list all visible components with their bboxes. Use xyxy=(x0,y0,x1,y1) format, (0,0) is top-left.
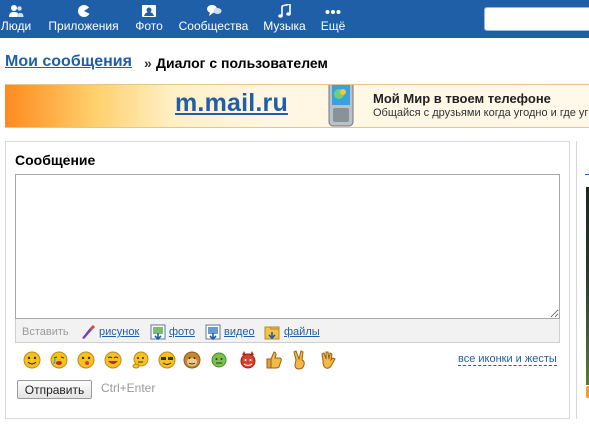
nav-label: Сообщества xyxy=(178,19,249,33)
right-panel-link[interactable] xyxy=(585,174,589,175)
hand-wave-icon[interactable] xyxy=(318,350,338,370)
nav-item-communities[interactable]: Сообщества xyxy=(177,0,250,38)
thinking-icon[interactable] xyxy=(131,350,151,370)
banner-link[interactable]: m.mail.ru xyxy=(175,89,288,118)
nav-item-people[interactable]: Люди xyxy=(0,0,32,38)
cool-icon[interactable] xyxy=(157,350,177,370)
search-input[interactable] xyxy=(484,7,589,31)
nav-item-music[interactable]: Музыка xyxy=(262,0,307,38)
banner-subtitle: Общайся с друзьями когда угодно и где уг xyxy=(373,107,589,119)
nav-item-photo[interactable]: Фото xyxy=(134,0,164,38)
photo-upload-icon xyxy=(150,324,166,340)
nav-item-apps[interactable]: Приложения xyxy=(45,0,122,38)
nav-label: Музыка xyxy=(263,19,306,33)
smiley-icon[interactable] xyxy=(22,350,42,370)
promo-banner[interactable]: m.mail.ru Мой Мир в твоем телефоне Общай… xyxy=(5,84,589,128)
nav-label: Фото xyxy=(135,19,163,33)
nav-item-more[interactable]: Ещё xyxy=(319,0,347,38)
music-note-icon xyxy=(277,4,291,18)
communities-icon xyxy=(206,5,221,16)
laughing-icon[interactable] xyxy=(103,350,123,370)
people-icon xyxy=(9,5,24,17)
more-dots-icon xyxy=(325,10,341,14)
file-upload-icon xyxy=(264,326,280,340)
send-shortcut-hint: Ctrl+Enter xyxy=(101,381,156,395)
all-icons-link[interactable]: все иконки и жесты xyxy=(458,353,557,366)
victory-icon[interactable] xyxy=(290,350,310,370)
monkey-icon[interactable] xyxy=(182,350,202,370)
crying-icon[interactable] xyxy=(49,350,69,370)
message-heading: Сообщение xyxy=(15,152,96,168)
breadcrumb-my-messages-link[interactable]: Мои сообщения xyxy=(5,53,132,71)
attach-video-link[interactable]: видео xyxy=(224,326,255,338)
attach-files-link[interactable]: файлы xyxy=(284,326,320,338)
paint-icon xyxy=(82,325,95,339)
photo-icon xyxy=(142,5,156,17)
devil-icon[interactable] xyxy=(238,350,258,370)
angry-icon[interactable] xyxy=(209,350,229,370)
banner-title: Мой Мир в твоем телефоне xyxy=(373,91,551,106)
nav-label: Ещё xyxy=(320,19,346,33)
top-navigation-bar: Люди Приложения Фото Сообщества Музыка Е… xyxy=(0,0,589,38)
breadcrumb-separator: » xyxy=(144,55,152,71)
insert-label: Вставить xyxy=(22,326,69,338)
kiss-icon[interactable] xyxy=(76,350,96,370)
video-upload-icon xyxy=(205,324,221,340)
send-button[interactable]: Отправить xyxy=(17,380,92,399)
attach-photo-link[interactable]: фото xyxy=(169,326,195,338)
nav-label: Приложения xyxy=(48,19,119,33)
mobile-phone-icon xyxy=(328,85,354,127)
page-title: Диалог с пользователем xyxy=(156,55,328,71)
attach-drawing-link[interactable]: рисунок xyxy=(99,326,139,338)
apps-icon xyxy=(77,5,90,17)
nav-label: Люди xyxy=(0,19,32,33)
thumbs-up-icon[interactable] xyxy=(264,350,284,370)
message-textarea[interactable] xyxy=(15,174,560,319)
